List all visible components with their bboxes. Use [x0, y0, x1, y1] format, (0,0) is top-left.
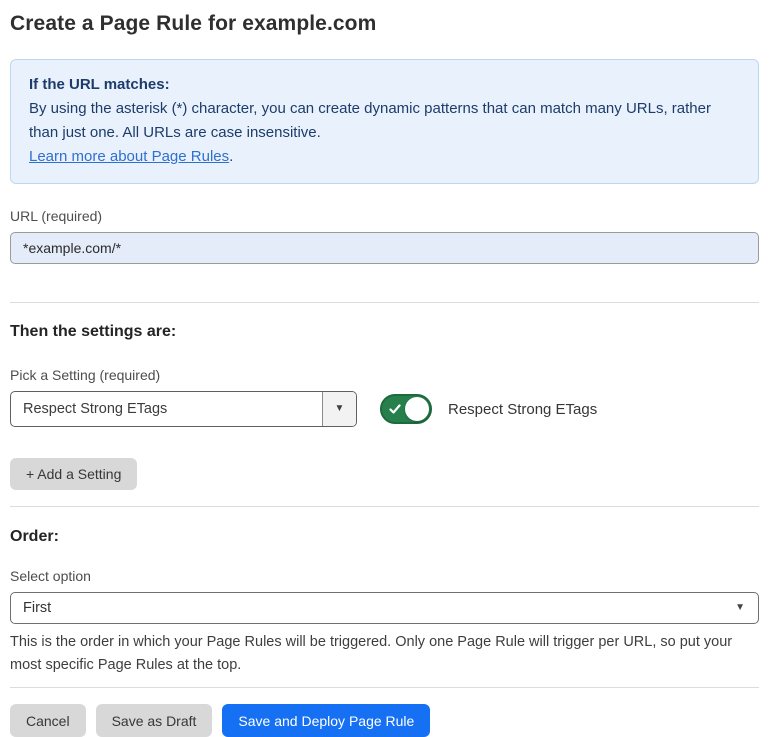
- section-divider: [10, 302, 759, 303]
- info-box-heading: If the URL matches:: [29, 73, 740, 97]
- toggle-knob: [405, 397, 429, 421]
- info-box-link-line: Learn more about Page Rules.: [29, 145, 740, 169]
- order-select[interactable]: First ▼: [10, 592, 759, 624]
- create-page-rule-form: Create a Page Rule for example.com If th…: [0, 0, 769, 737]
- setting-toggle-label: Respect Strong ETags: [448, 401, 597, 418]
- settings-heading: Then the settings are:: [10, 323, 759, 341]
- learn-more-link[interactable]: Learn more about Page Rules: [29, 148, 229, 165]
- add-setting-button[interactable]: + Add a Setting: [10, 458, 137, 490]
- setting-dropdown[interactable]: Respect Strong ETags ▼: [10, 391, 357, 427]
- order-select-value: First: [23, 600, 51, 616]
- order-heading: Order:: [10, 528, 759, 546]
- page-title: Create a Page Rule for example.com: [10, 12, 759, 36]
- save-and-deploy-button[interactable]: Save and Deploy Page Rule: [222, 704, 430, 737]
- setting-dropdown-arrow-button[interactable]: ▼: [322, 392, 356, 426]
- order-help-text: This is the order in which your Page Rul…: [10, 631, 759, 677]
- setting-toggle-switch[interactable]: [380, 394, 432, 424]
- footer-actions: Cancel Save as Draft Save and Deploy Pag…: [10, 704, 759, 737]
- info-box-body: By using the asterisk (*) character, you…: [29, 97, 740, 145]
- chevron-down-icon: ▼: [735, 603, 745, 613]
- order-select-label: Select option: [10, 568, 759, 584]
- chevron-down-icon: ▼: [335, 404, 345, 414]
- cancel-button[interactable]: Cancel: [10, 704, 86, 737]
- setting-picker-label: Pick a Setting (required): [10, 367, 759, 383]
- setting-dropdown-value: Respect Strong ETags: [11, 392, 322, 426]
- section-divider: [10, 506, 759, 507]
- info-box-body-text: By using the asterisk (*) character, you…: [29, 100, 711, 141]
- setting-row: Respect Strong ETags ▼ Respect Strong ET…: [10, 391, 759, 427]
- footer-divider: [10, 687, 759, 688]
- url-field-label: URL (required): [10, 208, 759, 224]
- link-suffix: .: [229, 148, 233, 165]
- save-as-draft-button[interactable]: Save as Draft: [96, 704, 213, 737]
- url-input[interactable]: [10, 232, 759, 264]
- url-match-info-box: If the URL matches: By using the asteris…: [10, 59, 759, 184]
- check-icon: [389, 403, 401, 415]
- setting-toggle-group: Respect Strong ETags: [380, 394, 597, 424]
